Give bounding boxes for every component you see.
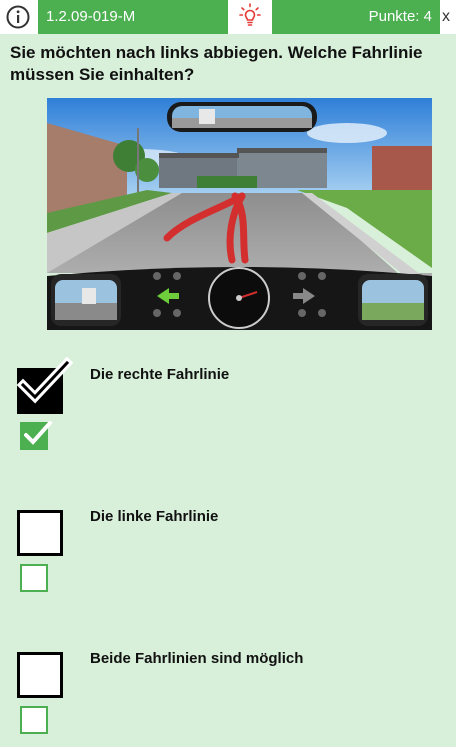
question-text: Sie möchten nach links abbiegen. Welche … (10, 43, 423, 84)
question-id-label: 1.2.09-019-M (38, 0, 228, 34)
lightbulb-icon (239, 3, 261, 26)
info-button[interactable] (6, 5, 30, 29)
solution-checkbox-2 (20, 564, 48, 592)
solution-checkbox-3 (20, 706, 48, 734)
answer-checkbox-3[interactable] (17, 652, 63, 698)
checkmark-icon (24, 421, 52, 445)
info-icon (6, 5, 30, 29)
answer-label-2: Die linke Fahrlinie (90, 508, 219, 525)
answer-label-3: Beide Fahrlinien sind möglich (90, 650, 304, 667)
checkmark-icon (16, 356, 74, 404)
top-bar: 1.2.09-019-M Punkte: 4 x (0, 0, 456, 34)
driving-scene-image (47, 98, 432, 330)
close-button[interactable]: x (442, 0, 456, 34)
solution-checkbox-1 (20, 421, 52, 450)
answer-checkbox-2[interactable] (17, 510, 63, 556)
hint-button[interactable] (232, 0, 268, 34)
answer-label-1: Die rechte Fahrlinie (90, 366, 230, 383)
answer-checkbox-1[interactable] (16, 356, 74, 414)
points-label: Punkte: 4 (272, 0, 440, 34)
